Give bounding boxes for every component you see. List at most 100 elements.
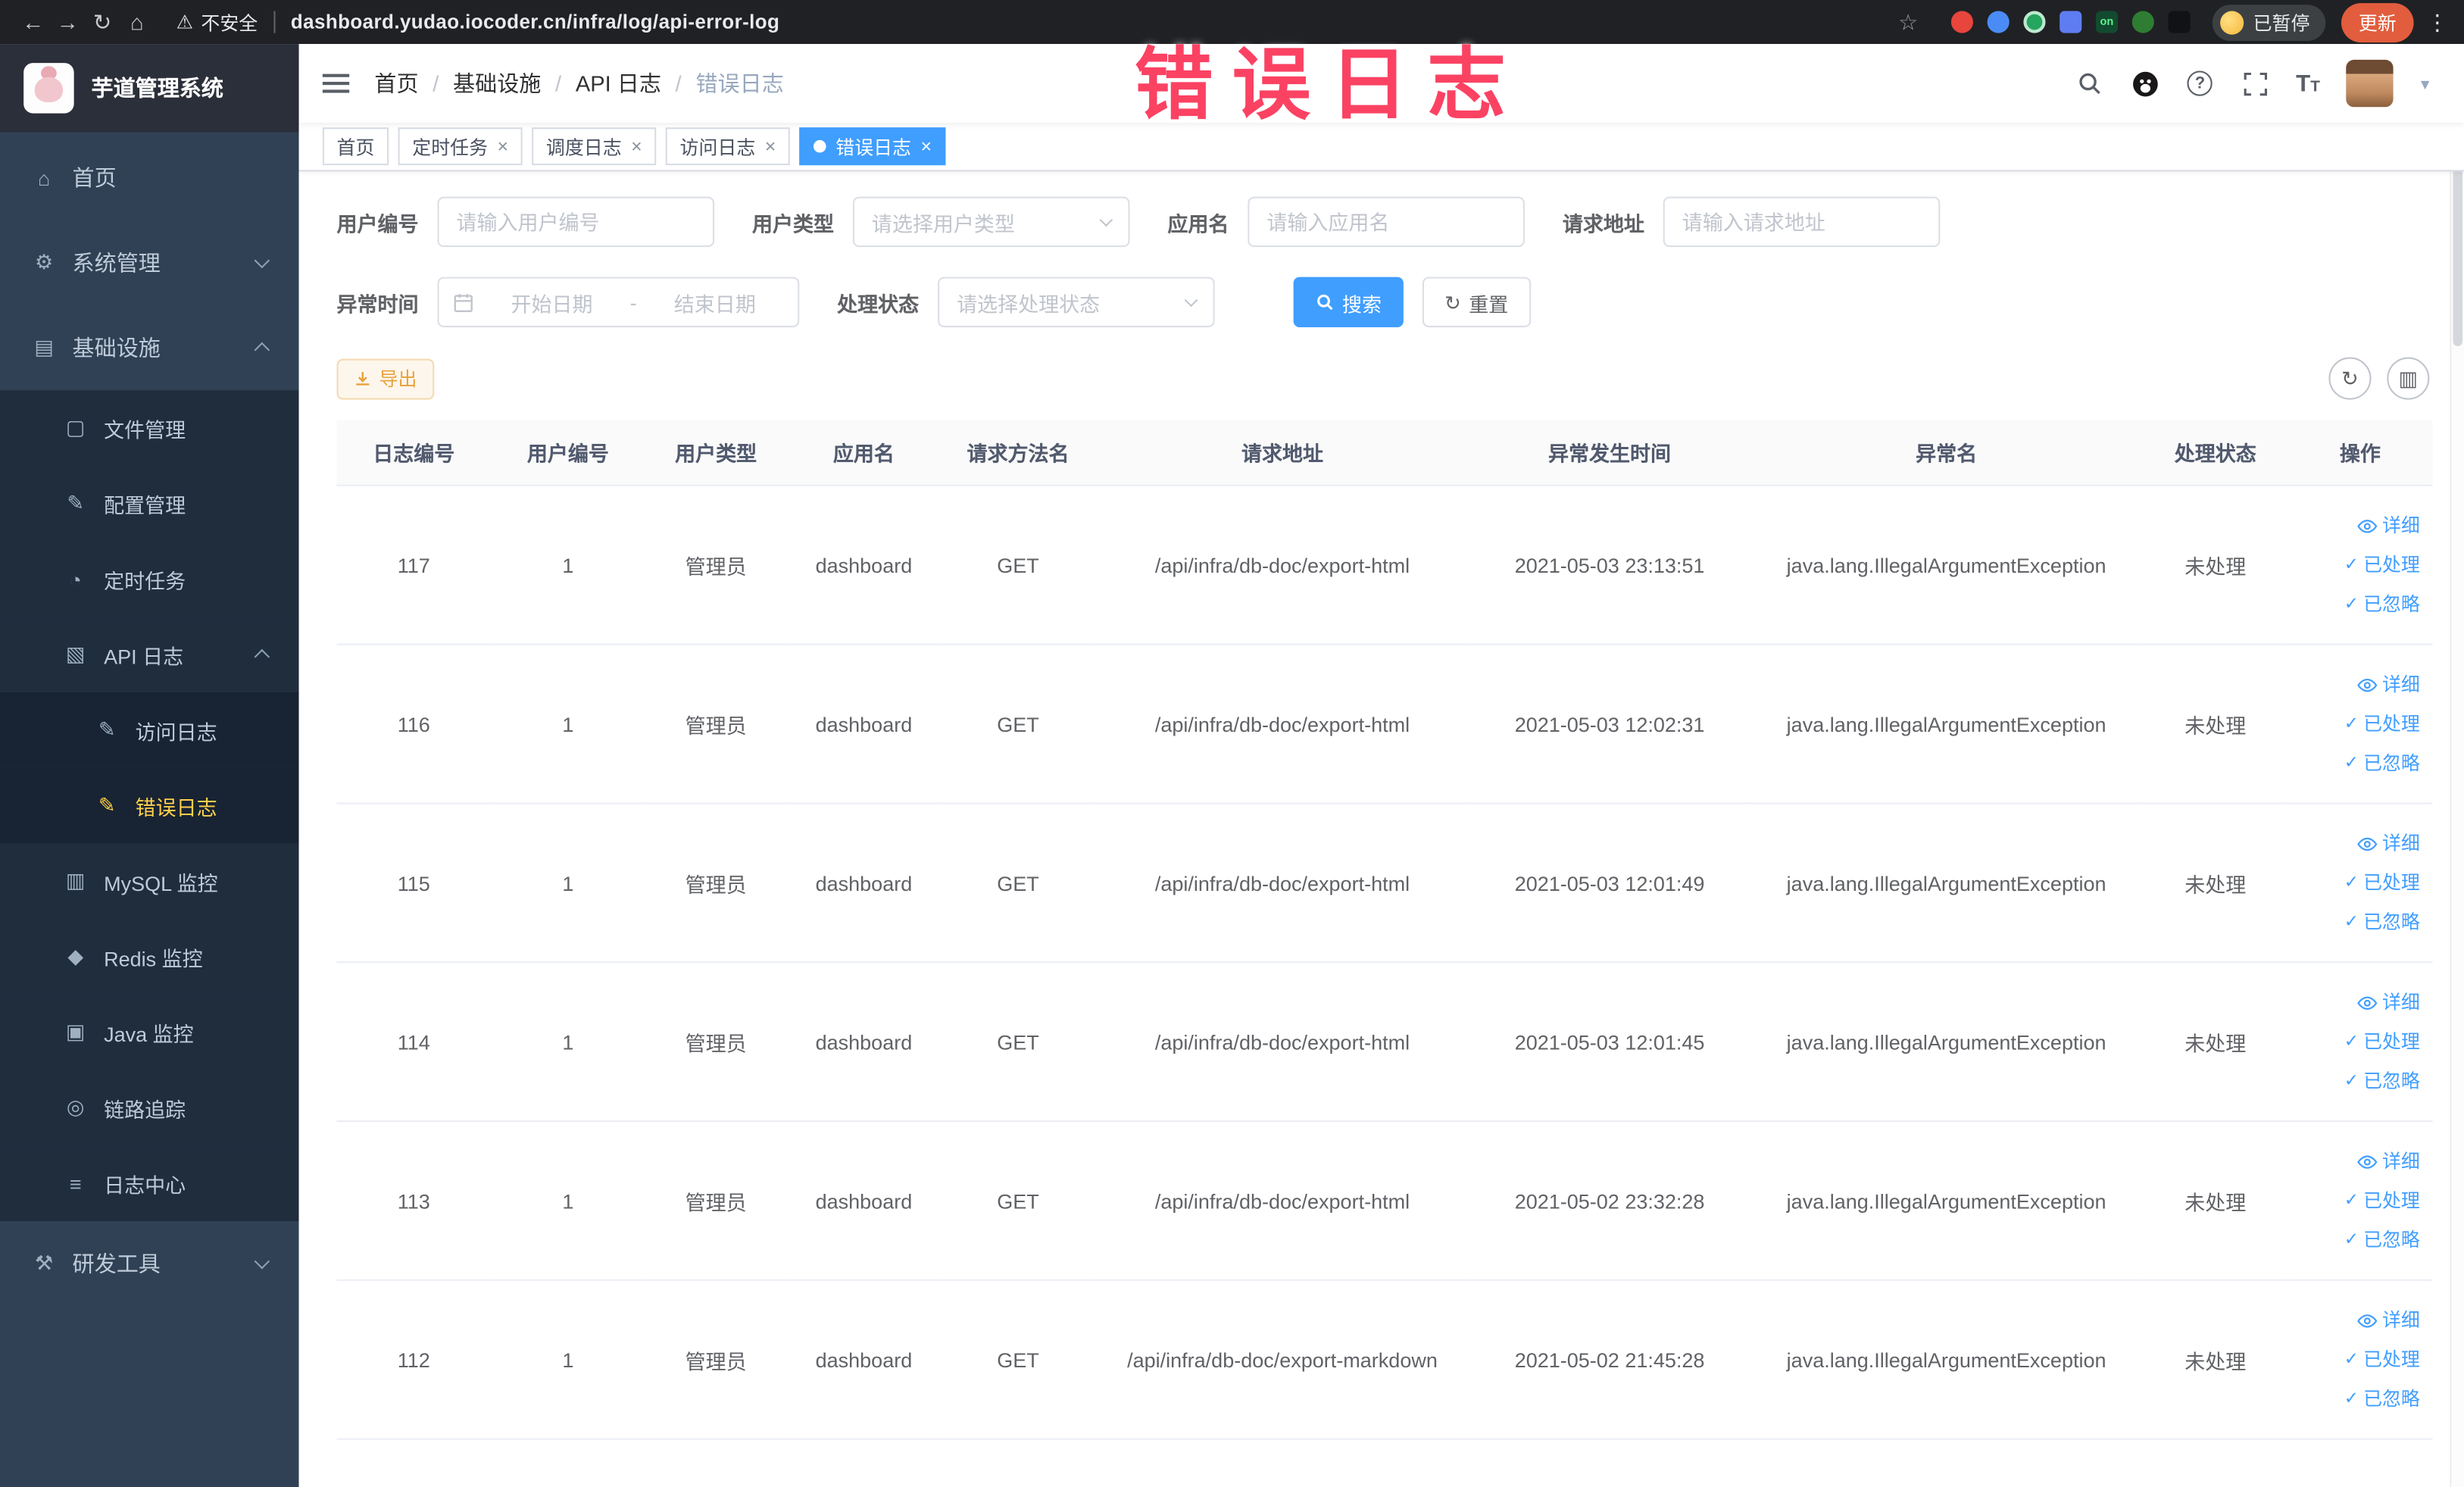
close-icon[interactable]: × bbox=[497, 137, 508, 156]
help-icon[interactable]: ? bbox=[2186, 69, 2214, 97]
detail-link[interactable]: 详细 bbox=[2297, 823, 2420, 863]
extension-on-icon[interactable]: on bbox=[2095, 11, 2118, 33]
cell-exception-time: 2021-05-03 23:13:51 bbox=[1469, 485, 1750, 645]
gear-icon: ⚙ bbox=[35, 250, 54, 274]
close-icon[interactable]: × bbox=[765, 137, 776, 156]
cell-status: 未处理 bbox=[2143, 485, 2288, 645]
ignored-link[interactable]: ✓ 已忽略 bbox=[2297, 1061, 2420, 1101]
sidebar-item-api-logs[interactable]: ▧ API 日志 bbox=[0, 617, 299, 693]
column-settings-button[interactable]: ▥ bbox=[2387, 357, 2430, 400]
detail-link[interactable]: 详细 bbox=[2297, 1142, 2420, 1181]
update-button[interactable]: 更新 bbox=[2341, 2, 2414, 42]
font-size-icon[interactable]: TT bbox=[2296, 70, 2320, 96]
sidebar-item-java-monitor[interactable]: ▣ Java 监控 bbox=[0, 994, 299, 1070]
extension-icon[interactable] bbox=[2131, 11, 2154, 33]
processed-link[interactable]: ✓ 已处理 bbox=[2297, 1022, 2420, 1061]
tab-schedule-logs[interactable]: 调度日志 × bbox=[532, 127, 657, 166]
ignored-link[interactable]: ✓ 已忽略 bbox=[2297, 744, 2420, 783]
close-icon[interactable]: × bbox=[920, 137, 932, 156]
scrollbar[interactable] bbox=[2450, 44, 2464, 1487]
sidebar-item-dev-tools[interactable]: ⚒ 研发工具 bbox=[0, 1220, 299, 1307]
detail-link[interactable]: 详细 bbox=[2297, 982, 2420, 1022]
date-range-picker[interactable]: 开始日期 - 结束日期 bbox=[437, 276, 800, 328]
breadcrumb-separator: / bbox=[675, 70, 682, 96]
ignored-link[interactable]: ✓ 已忽略 bbox=[2297, 1379, 2420, 1419]
sidebar-item-log-center[interactable]: ≡ 日志中心 bbox=[0, 1145, 299, 1221]
processed-link[interactable]: ✓ 已处理 bbox=[2297, 704, 2420, 744]
app-logo[interactable]: 芋道管理系统 bbox=[0, 44, 299, 133]
redis-icon: ◆ bbox=[67, 944, 84, 968]
reset-button-label: 重置 bbox=[1469, 293, 1509, 316]
browser-home-icon[interactable]: ⌂ bbox=[120, 9, 155, 34]
refresh-table-button[interactable]: ↻ bbox=[2328, 357, 2372, 400]
app-name-input[interactable] bbox=[1248, 196, 1526, 248]
col-app-name: 应用名 bbox=[786, 420, 942, 486]
forward-icon[interactable]: → bbox=[50, 9, 85, 34]
avatar-caret-icon[interactable]: ▾ bbox=[2421, 73, 2429, 94]
extension-icon[interactable] bbox=[1987, 11, 2010, 33]
col-log-id: 日志编号 bbox=[336, 420, 492, 486]
extension-icon[interactable] bbox=[2023, 11, 2046, 33]
detail-link[interactable]: 详细 bbox=[2297, 506, 2420, 545]
security-chip[interactable]: ⚠ 不安全 bbox=[176, 8, 258, 35]
hamburger-icon[interactable] bbox=[322, 73, 350, 95]
breadcrumb-item[interactable]: 首页 bbox=[374, 67, 418, 99]
github-icon[interactable] bbox=[2131, 69, 2159, 97]
extension-icon[interactable] bbox=[2168, 11, 2191, 33]
bookmark-star-icon[interactable]: ☆ bbox=[1898, 8, 1918, 35]
extension-icon[interactable] bbox=[1950, 11, 1973, 33]
sidebar-item-config-management[interactable]: ✎ 配置管理 bbox=[0, 465, 299, 542]
tab-label: 调度日志 bbox=[545, 136, 622, 158]
page-content: 用户编号 用户类型 请选择用户类型 应用名 bbox=[298, 171, 2464, 1487]
extension-icon[interactable] bbox=[2060, 11, 2082, 33]
sidebar-item-redis-monitor[interactable]: ◆ Redis 监控 bbox=[0, 919, 299, 995]
tab-home[interactable]: 首页 bbox=[322, 127, 389, 166]
processed-link[interactable]: ✓ 已处理 bbox=[2297, 863, 2420, 902]
browser-menu-icon[interactable]: ⋮ bbox=[2426, 8, 2448, 35]
menu-label: 错误日志 bbox=[135, 795, 217, 820]
sidebar-item-error-logs[interactable]: ✎ 错误日志 bbox=[0, 767, 299, 844]
back-icon[interactable]: ← bbox=[16, 9, 51, 34]
processed-link[interactable]: ✓ 已处理 bbox=[2297, 1340, 2420, 1379]
sidebar-item-infrastructure[interactable]: ▤ 基础设施 bbox=[0, 305, 299, 391]
sidebar-item-link-tracing[interactable]: ◎ 链路追踪 bbox=[0, 1070, 299, 1146]
fullscreen-icon[interactable] bbox=[2241, 69, 2269, 97]
profile-paused-badge[interactable]: 已暂停 bbox=[2212, 4, 2326, 40]
tab-access-logs[interactable]: 访问日志 × bbox=[665, 127, 791, 166]
user-id-input[interactable] bbox=[437, 196, 715, 248]
user-avatar[interactable] bbox=[2347, 59, 2394, 108]
tab-scheduled-tasks[interactable]: 定时任务 × bbox=[398, 127, 523, 166]
detail-link[interactable]: 详细 bbox=[2297, 665, 2420, 704]
divider bbox=[273, 11, 276, 33]
close-icon[interactable]: × bbox=[631, 137, 642, 156]
cell-log-id: 117 bbox=[336, 485, 492, 645]
tab-error-logs[interactable]: 错误日志 × bbox=[799, 127, 946, 166]
process-status-select[interactable]: 请选择处理状态 bbox=[938, 276, 1215, 328]
reload-icon[interactable]: ↻ bbox=[85, 8, 120, 35]
user-type-select[interactable]: 请选择用户类型 bbox=[852, 196, 1130, 248]
breadcrumb-item[interactable]: API 日志 bbox=[576, 67, 661, 99]
processed-link[interactable]: ✓ 已处理 bbox=[2297, 545, 2420, 585]
sidebar-item-mysql-monitor[interactable]: ▥ MySQL 监控 bbox=[0, 843, 299, 920]
columns-icon: ▥ bbox=[2398, 365, 2419, 390]
search-icon[interactable] bbox=[2075, 69, 2103, 97]
sidebar-item-system-management[interactable]: ⚙ 系统管理 bbox=[0, 220, 299, 305]
search-button[interactable]: 搜索 bbox=[1293, 276, 1404, 328]
cell-log-id: 115 bbox=[336, 803, 492, 964]
sidebar-item-scheduled-tasks[interactable]: ◔ 定时任务 bbox=[0, 541, 299, 617]
ignored-link[interactable]: ✓ 已忽略 bbox=[2297, 585, 2420, 624]
breadcrumb-item[interactable]: 基础设施 bbox=[453, 67, 541, 99]
processed-link[interactable]: ✓ 已处理 bbox=[2297, 1181, 2420, 1220]
ignored-link[interactable]: ✓ 已忽略 bbox=[2297, 1220, 2420, 1260]
address-bar[interactable]: dashboard.yudao.iocoder.cn/infra/log/api… bbox=[291, 11, 779, 33]
detail-link[interactable]: 详细 bbox=[2297, 1301, 2420, 1340]
sidebar-item-file-management[interactable]: ▢ 文件管理 bbox=[0, 390, 299, 466]
start-date-placeholder[interactable]: 开始日期 bbox=[483, 287, 620, 317]
sidebar-item-home[interactable]: ⌂ 首页 bbox=[0, 135, 299, 220]
export-button[interactable]: 导出 bbox=[336, 358, 435, 399]
request-url-input[interactable] bbox=[1663, 196, 1941, 248]
sidebar-item-access-logs[interactable]: ✎ 访问日志 bbox=[0, 692, 299, 768]
end-date-placeholder[interactable]: 结束日期 bbox=[646, 287, 783, 317]
reset-button[interactable]: ↻ 重置 bbox=[1422, 276, 1531, 328]
ignored-link[interactable]: ✓ 已忽略 bbox=[2297, 902, 2420, 942]
